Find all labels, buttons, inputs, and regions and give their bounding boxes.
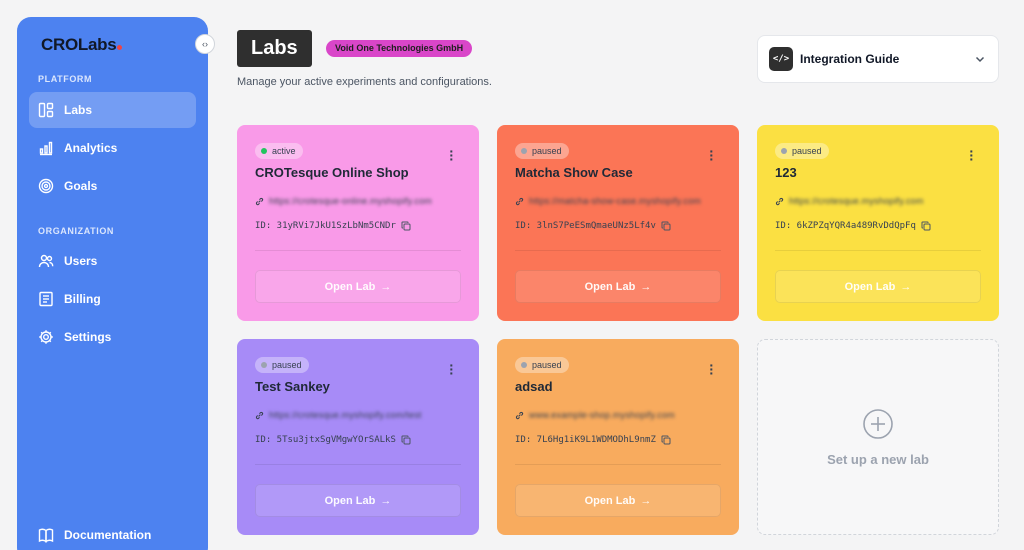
sidebar-item-settings[interactable]: Settings xyxy=(29,319,196,355)
lab-url[interactable]: https://crotesque.myshopify.com/test xyxy=(255,410,422,420)
arrow-right-icon: → xyxy=(640,494,652,507)
open-lab-button[interactable]: Open Lab → xyxy=(255,484,461,517)
link-icon xyxy=(775,197,784,205)
more-options-icon[interactable]: · · · xyxy=(449,358,454,380)
sidebar-item-goals[interactable]: Goals xyxy=(29,168,196,204)
lab-title: 123 xyxy=(775,165,797,180)
more-options-icon[interactable]: · · · xyxy=(969,144,974,166)
code-chevrons-icon: ‹› xyxy=(202,39,208,49)
plus-circle-icon xyxy=(863,408,893,439)
collapse-sidebar-button[interactable]: ‹› xyxy=(195,34,215,54)
sidebar: CROLabs ‹› PLATFORM Labs Analytics Goals… xyxy=(17,17,215,550)
code-icon: </> xyxy=(769,47,793,71)
card-divider xyxy=(255,250,461,251)
lab-title: adsad xyxy=(515,379,553,394)
target-icon xyxy=(38,178,54,194)
link-icon xyxy=(255,197,264,205)
sidebar-item-billing[interactable]: Billing xyxy=(29,281,196,317)
open-lab-button[interactable]: Open Lab → xyxy=(775,270,981,303)
arrow-right-icon: → xyxy=(380,280,392,293)
status-badge: paused xyxy=(775,143,829,159)
new-lab-card[interactable]: Set up a new lab xyxy=(757,339,999,535)
lab-title: Matcha Show Case xyxy=(515,165,633,180)
status-badge: paused xyxy=(515,143,569,159)
copy-icon[interactable] xyxy=(661,221,671,231)
lab-url[interactable]: www.example-shop.myshopify.com xyxy=(515,410,675,420)
copy-icon[interactable] xyxy=(921,221,931,231)
sidebar-item-users[interactable]: Users xyxy=(29,243,196,279)
open-lab-button[interactable]: Open Lab → xyxy=(515,270,721,303)
status-dot-icon xyxy=(781,148,787,154)
integration-guide-label: Integration Guide xyxy=(800,52,900,66)
lab-title: Test Sankey xyxy=(255,379,330,394)
status-dot-icon xyxy=(261,362,267,368)
status-dot-icon xyxy=(521,148,527,154)
copy-icon[interactable] xyxy=(401,435,411,445)
lab-url[interactable]: https://crotesque.myshopify.com xyxy=(775,196,924,206)
app-logo[interactable]: CROLabs xyxy=(41,35,123,55)
billing-icon xyxy=(39,291,53,307)
status-badge: active xyxy=(255,143,303,159)
link-icon xyxy=(515,411,524,419)
book-icon xyxy=(38,528,54,543)
section-label-organization: ORGANIZATION xyxy=(38,226,115,236)
bar-chart-icon xyxy=(39,141,53,156)
new-lab-label: Set up a new lab xyxy=(827,451,929,467)
layout-icon xyxy=(38,102,54,118)
lab-card[interactable]: paused · · · 123 https://crotesque.myshopi… xyxy=(757,125,999,321)
lab-url[interactable]: https://crotesque-online.myshopify.com xyxy=(255,196,432,206)
section-label-platform: PLATFORM xyxy=(38,74,93,84)
status-dot-icon xyxy=(521,362,527,368)
open-lab-button[interactable]: Open Lab → xyxy=(515,484,721,517)
lab-id: ID: 31yRVi7JkU1SzLbNm5CNDr xyxy=(255,221,411,231)
page-subtitle: Manage your active experiments and confi… xyxy=(237,76,492,88)
lab-id: ID: 7L6Hg1iK9L1WDMODhL9nmZ xyxy=(515,435,671,445)
more-options-icon[interactable]: · · · xyxy=(449,144,454,166)
link-icon xyxy=(255,411,264,419)
link-icon xyxy=(515,197,524,205)
chevron-down-icon xyxy=(975,56,985,63)
status-dot-icon xyxy=(261,148,267,154)
card-divider xyxy=(515,464,721,465)
arrow-right-icon: → xyxy=(640,280,652,293)
lab-id: ID: 6kZPZqYQR4a489RvDdQpFq xyxy=(775,221,931,231)
page-title: Labs xyxy=(237,30,312,67)
gear-icon xyxy=(39,330,53,344)
arrow-right-icon: → xyxy=(380,494,392,507)
arrow-right-icon: → xyxy=(900,280,912,293)
lab-id: ID: 5Tsu3jtxSgVMgwYOrSALkS xyxy=(255,435,411,445)
card-divider xyxy=(775,250,981,251)
card-divider xyxy=(515,250,721,251)
lab-card[interactable]: paused · · · Matcha Show Case https://matc… xyxy=(497,125,739,321)
sidebar-item-labs[interactable]: Labs xyxy=(29,92,196,128)
open-lab-button[interactable]: Open Lab → xyxy=(255,270,461,303)
card-divider xyxy=(255,464,461,465)
lab-url[interactable]: https://matcha-show-case.myshopify.com xyxy=(515,196,701,206)
organization-badge: Void One Technologies GmbH xyxy=(326,40,473,57)
more-options-icon[interactable]: · · · xyxy=(709,358,714,380)
lab-card[interactable]: active · · · CROTesque Online Shop https:/… xyxy=(237,125,479,321)
status-badge: paused xyxy=(255,357,309,373)
more-options-icon[interactable]: · · · xyxy=(709,144,714,166)
sidebar-item-documentation[interactable]: Documentation xyxy=(29,517,196,550)
lab-id: ID: 3lnS7PeESmQmaeUNz5Lf4v xyxy=(515,221,671,231)
copy-icon[interactable] xyxy=(661,435,671,445)
status-badge: paused xyxy=(515,357,569,373)
lab-title: CROTesque Online Shop xyxy=(255,165,409,180)
integration-guide-dropdown[interactable]: </> Integration Guide xyxy=(757,35,999,83)
lab-card[interactable]: paused · · · adsad www.example-shop.myshop… xyxy=(497,339,739,535)
sidebar-item-analytics[interactable]: Analytics xyxy=(29,130,196,166)
copy-icon[interactable] xyxy=(401,221,411,231)
lab-card[interactable]: paused · · · Test Sankey https://crotesque… xyxy=(237,339,479,535)
users-icon xyxy=(38,254,54,268)
